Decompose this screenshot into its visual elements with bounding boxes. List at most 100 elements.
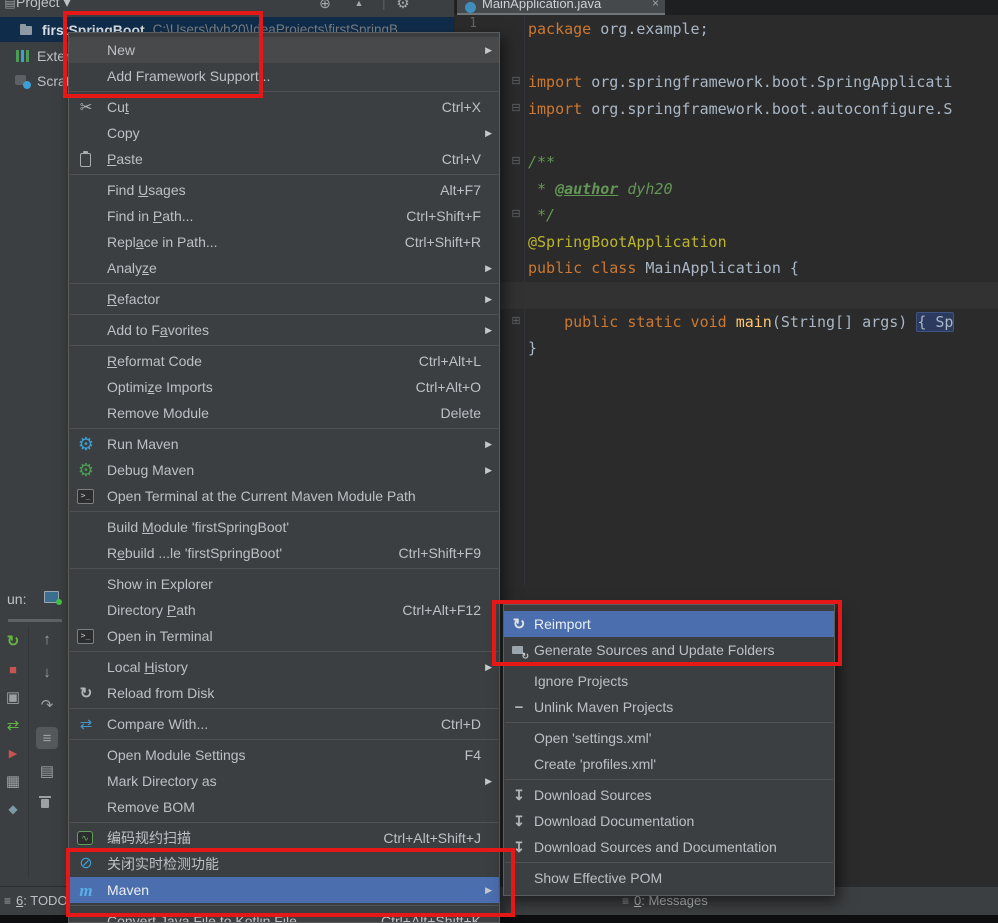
rerun-icon[interactable] — [2, 630, 24, 652]
menu-item-icon-slot — [504, 615, 534, 633]
minus-icon — [510, 698, 528, 716]
java-class-icon — [465, 2, 476, 13]
menu-item-run-maven[interactable]: Run Maven ▶ — [69, 431, 499, 457]
menu-item-download-sources[interactable]: Download Sources — [504, 782, 834, 808]
menu-item-reload-from-disk[interactable]: Reload from Disk — [69, 680, 499, 706]
todo-status-item[interactable]: ≡ 6: TODO — [4, 893, 68, 908]
menu-item-local-history[interactable]: Local History ▶ — [69, 654, 499, 680]
menu-item-generate-sources[interactable]: Generate Sources and Update Folders — [504, 637, 834, 663]
menu-item-open-terminal-maven-path[interactable]: Open Terminal at the Current Maven Modul… — [69, 483, 499, 509]
menu-item-new[interactable]: New ▶ — [69, 37, 499, 63]
menu-item-remove-bom[interactable]: Remove BOM — [69, 794, 499, 820]
menu-item-disable-realtime-check[interactable]: 关闭实时检测功能 — [69, 851, 499, 877]
menu-item-mark-directory-as[interactable]: Mark Directory as ▶ — [69, 768, 499, 794]
menu-item-label: Download Sources — [534, 787, 652, 803]
menu-item-label: Copy — [107, 125, 140, 141]
menu-item-maven[interactable]: Maven ▶ — [69, 877, 499, 903]
fold-open-icon[interactable]: ⊟ — [508, 154, 524, 167]
skip-icon[interactable] — [36, 694, 58, 716]
menu-item-icon-slot — [69, 150, 107, 168]
menu-item-shortcut: Ctrl+D — [440, 716, 481, 732]
noentry-icon — [77, 855, 95, 873]
menu-item-copy[interactable]: Copy ▶ — [69, 120, 499, 146]
menu-item-shortcut: Ctrl+Alt+L — [418, 353, 481, 369]
menu-separator — [505, 779, 833, 780]
menu-item-optimize-imports[interactable]: Optimize Imports Ctrl+Alt+O — [69, 374, 499, 400]
camera-icon[interactable] — [2, 686, 24, 708]
menu-item-label: Reformat Code — [107, 353, 202, 369]
printer-icon[interactable] — [36, 760, 58, 782]
menu-item-label: Mark Directory as — [107, 773, 217, 789]
collapse-all-icon[interactable] — [350, 0, 368, 12]
menu-item-create-profiles-xml[interactable]: Create 'profiles.xml' — [504, 751, 834, 777]
down-icon[interactable] — [36, 661, 58, 683]
menu-item-paste[interactable]: Paste Ctrl+V — [69, 146, 499, 172]
menu-item-add-framework-support[interactable]: Add Framework Support... — [69, 63, 499, 89]
menu-separator — [70, 174, 498, 175]
menu-item-icon-slot — [504, 641, 534, 661]
run-red-icon[interactable] — [2, 742, 24, 764]
menu-item-reformat-code[interactable]: Reformat Code Ctrl+Alt+L — [69, 348, 499, 374]
stop-icon[interactable] — [2, 658, 24, 680]
menu-item-download-sources-docs[interactable]: Download Sources and Documentation — [504, 834, 834, 860]
sync-light-icon — [510, 615, 528, 633]
menu-item-open-in-terminal[interactable]: Open in Terminal — [69, 623, 499, 649]
menu-item-label: Remove Module — [107, 405, 209, 421]
menu-item-replace-in-path[interactable]: Replace in Path... Ctrl+Shift+R — [69, 229, 499, 255]
menu-item-add-to-favorites[interactable]: Add to Favorites ▶ — [69, 317, 499, 343]
menu-item-icon-slot — [69, 715, 107, 733]
menu-item-code-scan[interactable]: 编码规约扫描 Ctrl+Alt+Shift+J — [69, 825, 499, 851]
locate-file-icon[interactable] — [316, 0, 334, 12]
menu-item-label: Show in Explorer — [107, 576, 213, 592]
layout-icon[interactable] — [2, 770, 24, 792]
submenu-arrow-icon: ▶ — [485, 885, 492, 895]
menu-item-label: Paste — [107, 151, 143, 167]
menu-item-shortcut: Ctrl+Shift+R — [404, 234, 481, 250]
restart-icon[interactable] — [2, 714, 24, 736]
diamond-icon[interactable] — [2, 798, 24, 820]
menu-item-show-in-explorer[interactable]: Show in Explorer — [69, 571, 499, 597]
menu-item-ignore-projects[interactable]: Ignore Projects — [504, 668, 834, 694]
menu-item-debug-maven[interactable]: Debug Maven ▶ — [69, 457, 499, 483]
fold-open-icon[interactable]: ⊟ — [508, 101, 524, 114]
menu-item-rebuild-module[interactable]: Rebuild ...le 'firstSpringBoot' Ctrl+Shif… — [69, 540, 499, 566]
panel-settings-icon[interactable] — [394, 0, 412, 12]
submenu-arrow-icon: ▶ — [485, 263, 492, 273]
project-panel-title[interactable]: Project ▾ — [16, 0, 71, 11]
menu-item-find-usages[interactable]: Find Usages Alt+F7 — [69, 177, 499, 203]
menu-item-cut[interactable]: Cut Ctrl+X — [69, 94, 499, 120]
menu-item-reimport[interactable]: Reimport — [504, 611, 834, 637]
menu-item-find-in-path[interactable]: Find in Path... Ctrl+Shift+F — [69, 203, 499, 229]
menu-item-icon-slot — [69, 628, 107, 644]
running-app-icon[interactable] — [42, 589, 62, 605]
menu-item-download-documentation[interactable]: Download Documentation — [504, 808, 834, 834]
menu-item-compare-with[interactable]: Compare With... Ctrl+D — [69, 711, 499, 737]
menu-item-shortcut: F4 — [464, 747, 481, 763]
up-icon[interactable] — [36, 628, 58, 650]
menu-item-shortcut: Ctrl+V — [441, 151, 481, 167]
menu-item-directory-path[interactable]: Directory Path Ctrl+Alt+F12 — [69, 597, 499, 623]
code-line: public static void main(String[] args) {… — [564, 311, 955, 332]
fold-open-icon[interactable]: ⊟ — [508, 74, 524, 87]
menu-item-build-module[interactable]: Build Module 'firstSpringBoot' — [69, 514, 499, 540]
menu-item-analyze[interactable]: Analyze ▶ — [69, 255, 499, 281]
menu-item-icon-slot — [69, 855, 107, 873]
menu-item-open-settings-xml[interactable]: Open 'settings.xml' — [504, 725, 834, 751]
submenu-arrow-icon: ▶ — [485, 294, 492, 304]
trash-icon[interactable] — [36, 793, 58, 815]
menu-item-open-module-settings[interactable]: Open Module Settings F4 — [69, 742, 499, 768]
tab-close-icon[interactable]: × — [652, 0, 659, 10]
run-tool-window: un: — [0, 575, 68, 886]
code-line: /** — [528, 153, 556, 171]
fold-open-icon[interactable]: ⊟ — [508, 207, 524, 220]
softwrap-icon[interactable] — [36, 727, 58, 749]
menu-item-unlink-maven[interactable]: Unlink Maven Projects — [504, 694, 834, 720]
menu-item-refactor[interactable]: Refactor ▶ — [69, 286, 499, 312]
menu-item-remove-module[interactable]: Remove Module Delete — [69, 400, 499, 426]
menu-item-show-effective-pom[interactable]: Show Effective POM — [504, 865, 834, 891]
menu-item-convert-java-to-kotlin[interactable]: Convert Java File to Kotlin File Ctrl+Alt… — [69, 908, 499, 922]
menu-separator — [70, 822, 498, 823]
fold-closed-icon[interactable]: ⊞ — [508, 314, 524, 327]
submenu-arrow-icon: ▶ — [485, 776, 492, 786]
header-divider: | — [382, 0, 386, 10]
